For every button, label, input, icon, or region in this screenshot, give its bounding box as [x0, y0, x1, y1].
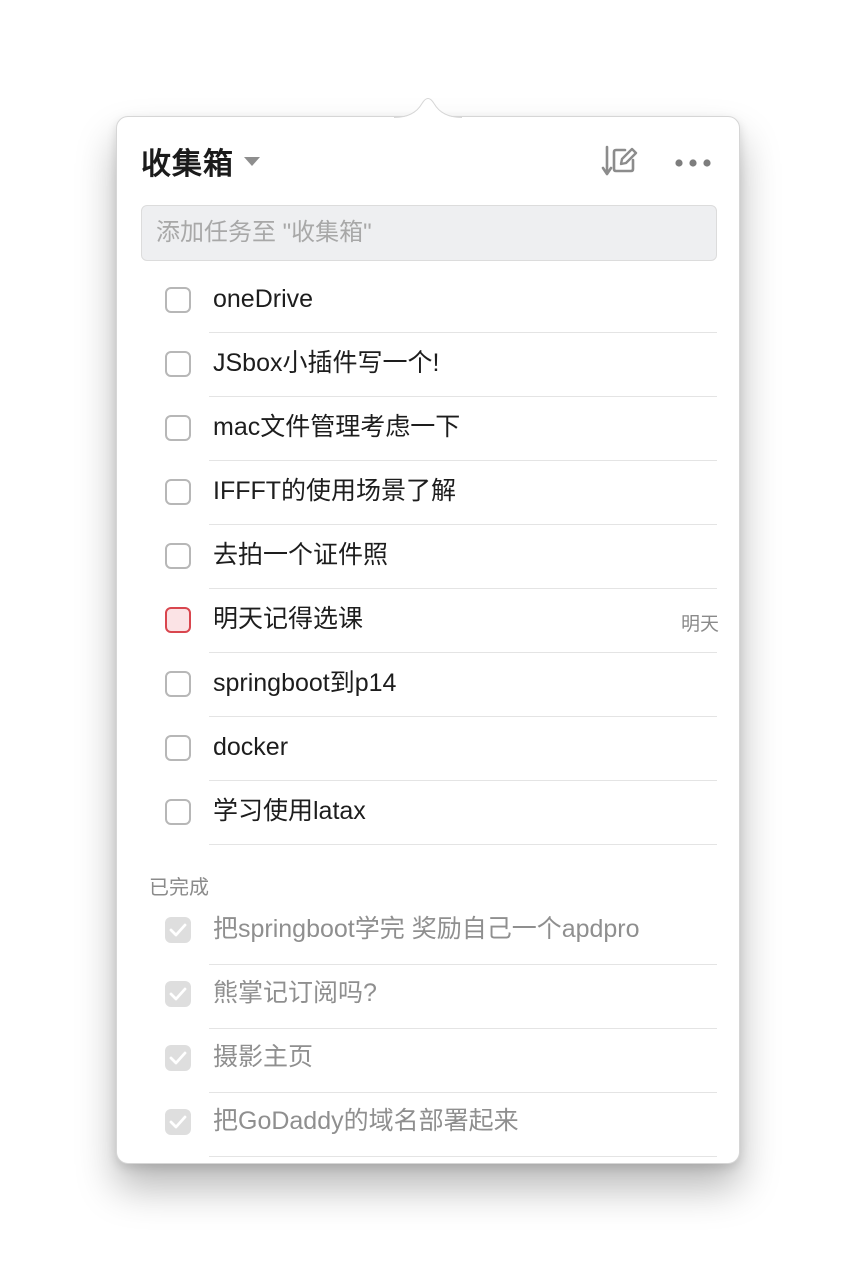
popover-stage: 收集箱 添加任务至 "收集箱" oneDrive JSbox小插件写一个! ma… [0, 0, 856, 1280]
task-checkbox[interactable] [165, 479, 191, 505]
completed-checkbox[interactable] [165, 981, 191, 1007]
task-title: 明天记得选课 [213, 605, 364, 633]
priority-task-checkbox[interactable] [165, 607, 191, 633]
add-task-input[interactable] [141, 205, 717, 261]
task-title: springboot到p14 [213, 669, 397, 697]
task-title: 熊掌记订阅吗? [213, 979, 377, 1007]
sort-edit-button[interactable] [601, 143, 641, 179]
task-row[interactable]: IFFFT的使用场景了解 [117, 461, 741, 525]
task-checkbox[interactable] [165, 735, 191, 761]
completed-task-row[interactable]: 摄影主页 [117, 1029, 741, 1093]
checkmark-icon [169, 923, 187, 937]
task-title: 摄影主页 [213, 1043, 314, 1071]
completed-task-row[interactable]: 把GoDaddy的域名部署起来 [117, 1093, 741, 1157]
task-row[interactable]: mac文件管理考虑一下 [117, 397, 741, 461]
popover-header: 收集箱 [141, 139, 715, 183]
sort-edit-icon [601, 145, 638, 176]
due-date-label: 明天 [680, 614, 719, 635]
task-checkbox[interactable] [165, 671, 191, 697]
completed-section-header: 已完成 [149, 877, 209, 899]
checkmark-icon [169, 1051, 187, 1065]
task-list: oneDrive JSbox小插件写一个! mac文件管理考虑一下 IFFFT的… [117, 269, 741, 845]
task-row[interactable]: docker [117, 717, 741, 781]
task-title: 学习使用latax [213, 797, 366, 825]
task-title: IFFFT的使用场景了解 [213, 477, 457, 505]
completed-task-list: 把springboot学完 奖励自己一个apdpro 熊掌记订阅吗? 摄影主页 … [117, 901, 741, 1157]
completed-checkbox[interactable] [165, 1045, 191, 1071]
task-title: 把springboot学完 奖励自己一个apdpro [213, 915, 640, 943]
task-checkbox[interactable] [165, 351, 191, 377]
task-title: JSbox小插件写一个! [213, 349, 440, 377]
task-checkbox[interactable] [165, 543, 191, 569]
popover-arrow [394, 98, 462, 118]
task-row-high-priority[interactable]: 明天记得选课 明天 [117, 589, 741, 653]
task-row[interactable]: 学习使用latax [117, 781, 741, 845]
task-title: oneDrive [213, 285, 314, 313]
row-divider [209, 844, 717, 845]
row-divider [209, 1156, 717, 1157]
task-title: mac文件管理考虑一下 [213, 413, 461, 441]
task-row[interactable]: springboot到p14 [117, 653, 741, 717]
list-selector[interactable]: 收集箱 [141, 139, 260, 183]
task-title: 把GoDaddy的域名部署起来 [213, 1107, 519, 1135]
chevron-down-icon [244, 156, 260, 166]
task-checkbox[interactable] [165, 415, 191, 441]
completed-task-row[interactable]: 把springboot学完 奖励自己一个apdpro [117, 901, 741, 965]
task-title: docker [213, 733, 289, 761]
completed-checkbox[interactable] [165, 1109, 191, 1135]
completed-task-row[interactable]: 熊掌记订阅吗? [117, 965, 741, 1029]
more-options-button[interactable] [671, 143, 715, 179]
task-checkbox[interactable] [165, 287, 191, 313]
checkmark-icon [169, 987, 187, 1001]
inbox-popover: 收集箱 添加任务至 "收集箱" oneDrive JSbox小插件写一个! ma… [116, 116, 740, 1164]
checkmark-icon [169, 1115, 187, 1129]
task-row[interactable]: JSbox小插件写一个! [117, 333, 741, 397]
task-title: 去拍一个证件照 [213, 541, 389, 569]
task-checkbox[interactable] [165, 799, 191, 825]
more-icon [675, 159, 711, 167]
completed-checkbox[interactable] [165, 917, 191, 943]
task-row[interactable]: oneDrive [117, 269, 741, 333]
task-row[interactable]: 去拍一个证件照 [117, 525, 741, 589]
list-title: 收集箱 [141, 148, 234, 181]
